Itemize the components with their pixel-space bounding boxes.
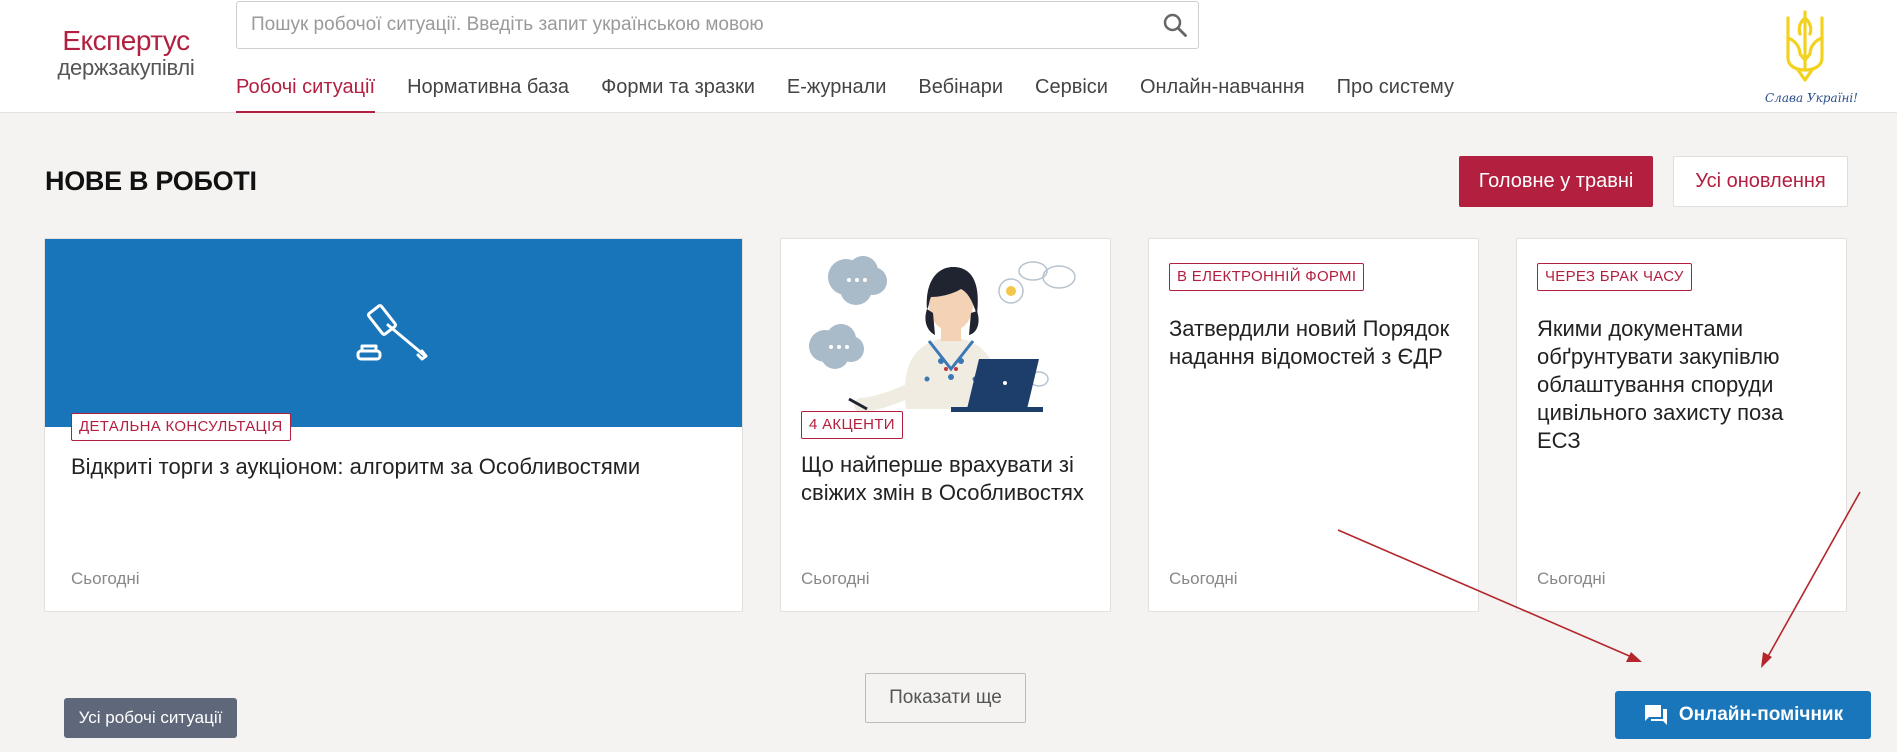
chat-icon xyxy=(1644,705,1667,725)
card-date: Сьогодні xyxy=(801,569,870,588)
nav-item-services[interactable]: Сервіси xyxy=(1035,72,1108,113)
card-date: Сьогодні xyxy=(1537,569,1606,588)
logo-line1: Експертус xyxy=(62,25,190,56)
card-tag: В ЕЛЕКТРОННІЙ ФОРМІ xyxy=(1169,263,1365,291)
news-card-4[interactable]: ЧЕРЕЗ БРАК ЧАСУ Якими документами обґрун… xyxy=(1516,238,1847,612)
card-tag: ДЕТАЛЬНА КОНСУЛЬТАЦІЯ xyxy=(71,413,291,441)
all-updates-button[interactable]: Усі оновлення xyxy=(1673,156,1848,207)
card-title[interactable]: Що найперше врахувати зі свіжих змін в О… xyxy=(801,451,1091,507)
header: Експертус держзакупівлі Робочі ситуації … xyxy=(0,0,1897,113)
news-card-1[interactable]: ДЕТАЛЬНА КОНСУЛЬТАЦІЯ Відкриті торги з а… xyxy=(44,238,743,612)
main-in-may-button[interactable]: Головне у травні xyxy=(1459,156,1653,207)
nav-item-e-journals[interactable]: Е-журнали xyxy=(787,72,887,113)
main-nav: Робочі ситуації Нормативна база Форми та… xyxy=(236,72,1486,113)
nav-item-webinars[interactable]: Вебінари xyxy=(918,72,1003,113)
show-more-button[interactable]: Показати ще xyxy=(865,673,1026,723)
logo[interactable]: Експертус держзакупівлі xyxy=(56,26,196,80)
trident-emblem: Слава Україні! xyxy=(1765,8,1859,105)
search-icon[interactable] xyxy=(1162,12,1188,38)
card-title[interactable]: Відкриті торги з аукціоном: алгоритм за … xyxy=(71,453,711,481)
card-title[interactable]: Затвердили новий Порядок надання відомос… xyxy=(1169,315,1459,371)
nav-item-normative-base[interactable]: Нормативна база xyxy=(407,72,569,113)
slogan: Слава Україні! xyxy=(1765,91,1859,105)
arrow-head-1 xyxy=(1626,652,1642,662)
news-card-2[interactable]: 4 АКЦЕНТИ Що найперше врахувати зі свіжи… xyxy=(780,238,1111,612)
section-title: НОВЕ В РОБОТІ xyxy=(45,166,257,196)
news-card-3[interactable]: В ЕЛЕКТРОННІЙ ФОРМІ Затвердили новий Пор… xyxy=(1148,238,1479,612)
search-box xyxy=(236,1,1199,49)
online-helper-label: Онлайн-помічник xyxy=(1678,704,1844,725)
card-banner xyxy=(45,239,742,427)
nav-item-about[interactable]: Про систему xyxy=(1337,72,1454,113)
arrow-head-2 xyxy=(1761,652,1772,668)
nav-item-online-learning[interactable]: Онлайн-навчання xyxy=(1140,72,1305,113)
card-tag: 4 АКЦЕНТИ xyxy=(801,411,903,439)
search-input[interactable] xyxy=(251,2,1131,48)
nav-item-forms-samples[interactable]: Форми та зразки xyxy=(601,72,755,113)
card-date: Сьогодні xyxy=(1169,569,1238,588)
nav-item-work-situations[interactable]: Робочі ситуації xyxy=(236,72,376,113)
trident-icon xyxy=(1786,10,1824,82)
woman-laptop-illustration xyxy=(809,256,1076,412)
card-date: Сьогодні xyxy=(71,569,140,588)
all-work-situations-button[interactable]: Усі робочі ситуації xyxy=(64,698,237,738)
online-helper-button[interactable]: Онлайн-помічник xyxy=(1615,691,1871,739)
card-title[interactable]: Якими документами обґрунтувати закупівлю… xyxy=(1537,315,1827,455)
gavel-icon xyxy=(356,304,428,361)
logo-line2: держзакупівлі xyxy=(57,55,195,80)
card-tag: ЧЕРЕЗ БРАК ЧАСУ xyxy=(1537,263,1692,291)
